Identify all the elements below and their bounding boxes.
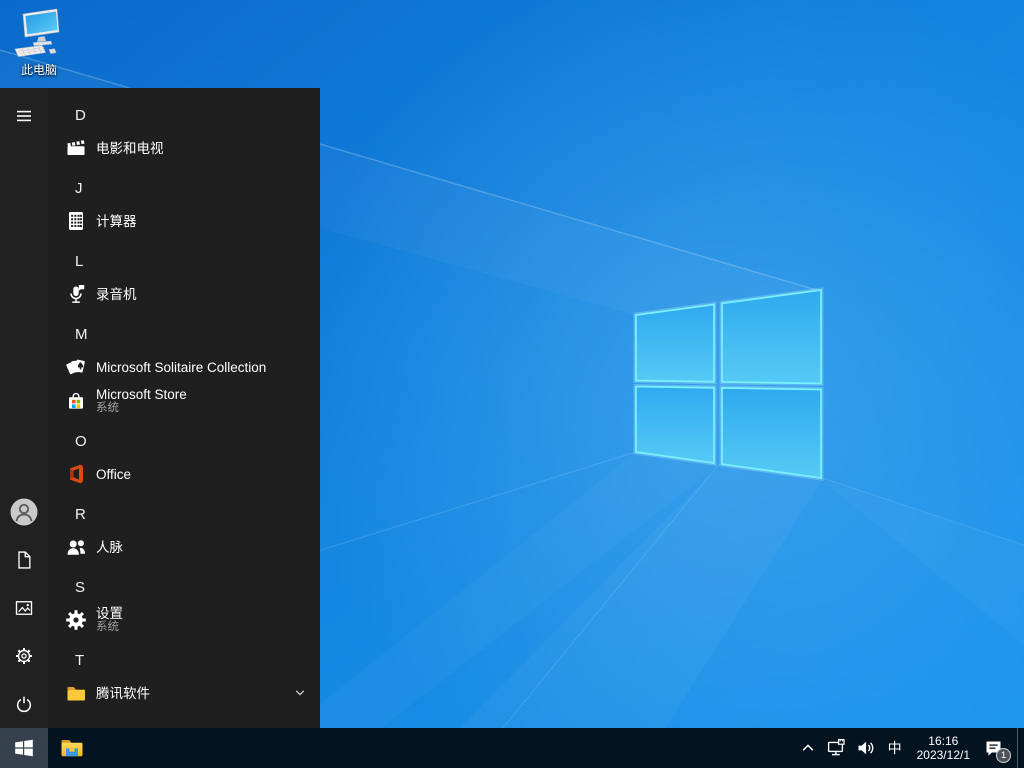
app-item[interactable]: 录音机 (48, 277, 320, 311)
section-letter-J[interactable]: J (48, 165, 320, 204)
app-label: 人脉 (96, 539, 123, 555)
calculator-icon (64, 209, 88, 233)
section-letter-M[interactable]: M (48, 311, 320, 350)
app-label: 设置 (96, 606, 123, 621)
chevron-up-icon (800, 740, 816, 756)
section-letter-S[interactable]: S (48, 564, 320, 603)
start-menu-app-list: D 电影和电视 J 计算器 L 录音机 M Microsoft Solitaire Colle… (48, 88, 320, 728)
clock-date: 2023/12/1 (916, 748, 970, 762)
this-pc-icon (13, 7, 65, 64)
volume-tray-button[interactable] (851, 728, 881, 768)
section-letter-D[interactable]: D (48, 92, 320, 131)
section-letter-T[interactable]: T (48, 637, 320, 676)
app-text: 腾讯软件 (96, 686, 150, 701)
desktop-icon-this-pc[interactable]: 此电脑 (9, 7, 69, 77)
app-text: 录音机 (96, 287, 137, 302)
section-letter-label: D (75, 107, 86, 124)
user-avatar-icon (9, 497, 39, 527)
movies-tv-icon (64, 136, 88, 160)
app-item[interactable]: Office (48, 457, 320, 491)
app-text: 人脉 (96, 540, 123, 555)
rail-button-user[interactable] (0, 488, 48, 536)
app-subtitle: 系统 (96, 402, 119, 414)
app-item[interactable]: Microsoft Solitaire Collection (48, 350, 320, 384)
start-menu: D 电影和电视 J 计算器 L 录音机 M Microsoft Solitaire Colle… (0, 88, 320, 728)
windows-logo-icon (13, 737, 35, 759)
rail-button-settings[interactable] (0, 632, 48, 680)
rail-button-pictures[interactable] (0, 584, 48, 632)
hamburger-icon (14, 106, 34, 126)
taskbar-file-explorer-button[interactable] (48, 728, 96, 768)
section-letter-label: R (75, 506, 86, 523)
app-subtitle: 系统 (96, 621, 119, 633)
app-label: Microsoft Store (96, 387, 187, 402)
ime-indicator[interactable]: 中 (881, 728, 909, 768)
store-icon (64, 389, 88, 413)
section-letter-label: T (75, 652, 85, 669)
app-item[interactable]: Microsoft Store 系统 (48, 384, 320, 418)
rail-button-power[interactable] (0, 680, 48, 728)
app-item[interactable]: 电影和电视 (48, 131, 320, 165)
gear-icon (14, 646, 34, 666)
app-label: 录音机 (96, 286, 137, 302)
section-letter-label: S (75, 579, 86, 596)
taskbar: 中 16:16 2023/12/1 1 (0, 728, 1024, 768)
taskbar-clock[interactable]: 16:16 2023/12/1 (909, 728, 978, 768)
action-center-button[interactable]: 1 (978, 728, 1017, 768)
settings-gear-icon (64, 608, 88, 632)
app-item[interactable]: 人脉 (48, 530, 320, 564)
desktop-icon-label: 此电脑 (20, 63, 57, 77)
section-letter-R[interactable]: R (48, 491, 320, 530)
section-letter-L[interactable]: L (48, 238, 320, 277)
start-button[interactable] (0, 728, 48, 768)
system-tray: 中 16:16 2023/12/1 1 (795, 728, 1024, 768)
app-text: Office (96, 467, 131, 482)
app-text: 计算器 (96, 214, 137, 229)
section-letter-label: M (75, 326, 88, 343)
network-tray-button[interactable] (821, 728, 851, 768)
app-label: 计算器 (96, 213, 137, 229)
start-menu-rail (0, 88, 48, 728)
folder-icon (64, 681, 88, 705)
document-icon (14, 550, 34, 570)
section-letter-O[interactable]: O (48, 418, 320, 457)
app-text: 电影和电视 (96, 141, 164, 156)
app-label: Microsoft Solitaire Collection (96, 359, 267, 375)
rail-button-menu[interactable] (0, 92, 48, 140)
pictures-icon (14, 598, 34, 618)
hidden-icons-chevron-button[interactable] (795, 728, 821, 768)
chevron-down-icon[interactable] (294, 687, 306, 699)
rail-button-documents[interactable] (0, 536, 48, 584)
section-letter-W[interactable]: W (48, 710, 320, 728)
speaker-icon (856, 738, 876, 758)
voice-recorder-icon (64, 282, 88, 306)
solitaire-icon (64, 355, 88, 379)
app-label: 腾讯软件 (96, 685, 150, 701)
app-text: Microsoft Solitaire Collection (96, 360, 266, 375)
app-text: Microsoft Store 系统 (96, 387, 187, 415)
app-item[interactable]: 腾讯软件 (48, 676, 320, 710)
section-letter-label: L (75, 253, 84, 270)
app-item[interactable]: 计算器 (48, 204, 320, 238)
app-label: Office (96, 466, 132, 482)
app-text: 设置 系统 (96, 606, 123, 634)
section-letter-label: O (75, 433, 87, 450)
clock-time: 16:16 (928, 734, 959, 748)
app-label: 电影和电视 (96, 140, 164, 156)
notification-badge: 1 (996, 748, 1011, 763)
people-icon (64, 535, 88, 559)
section-letter-label: J (75, 180, 83, 197)
show-desktop-button[interactable] (1017, 728, 1024, 768)
power-icon (14, 694, 34, 714)
file-explorer-icon (59, 735, 85, 761)
office-icon (64, 462, 88, 486)
app-item[interactable]: 设置 系统 (48, 603, 320, 637)
ethernet-icon (826, 738, 846, 758)
